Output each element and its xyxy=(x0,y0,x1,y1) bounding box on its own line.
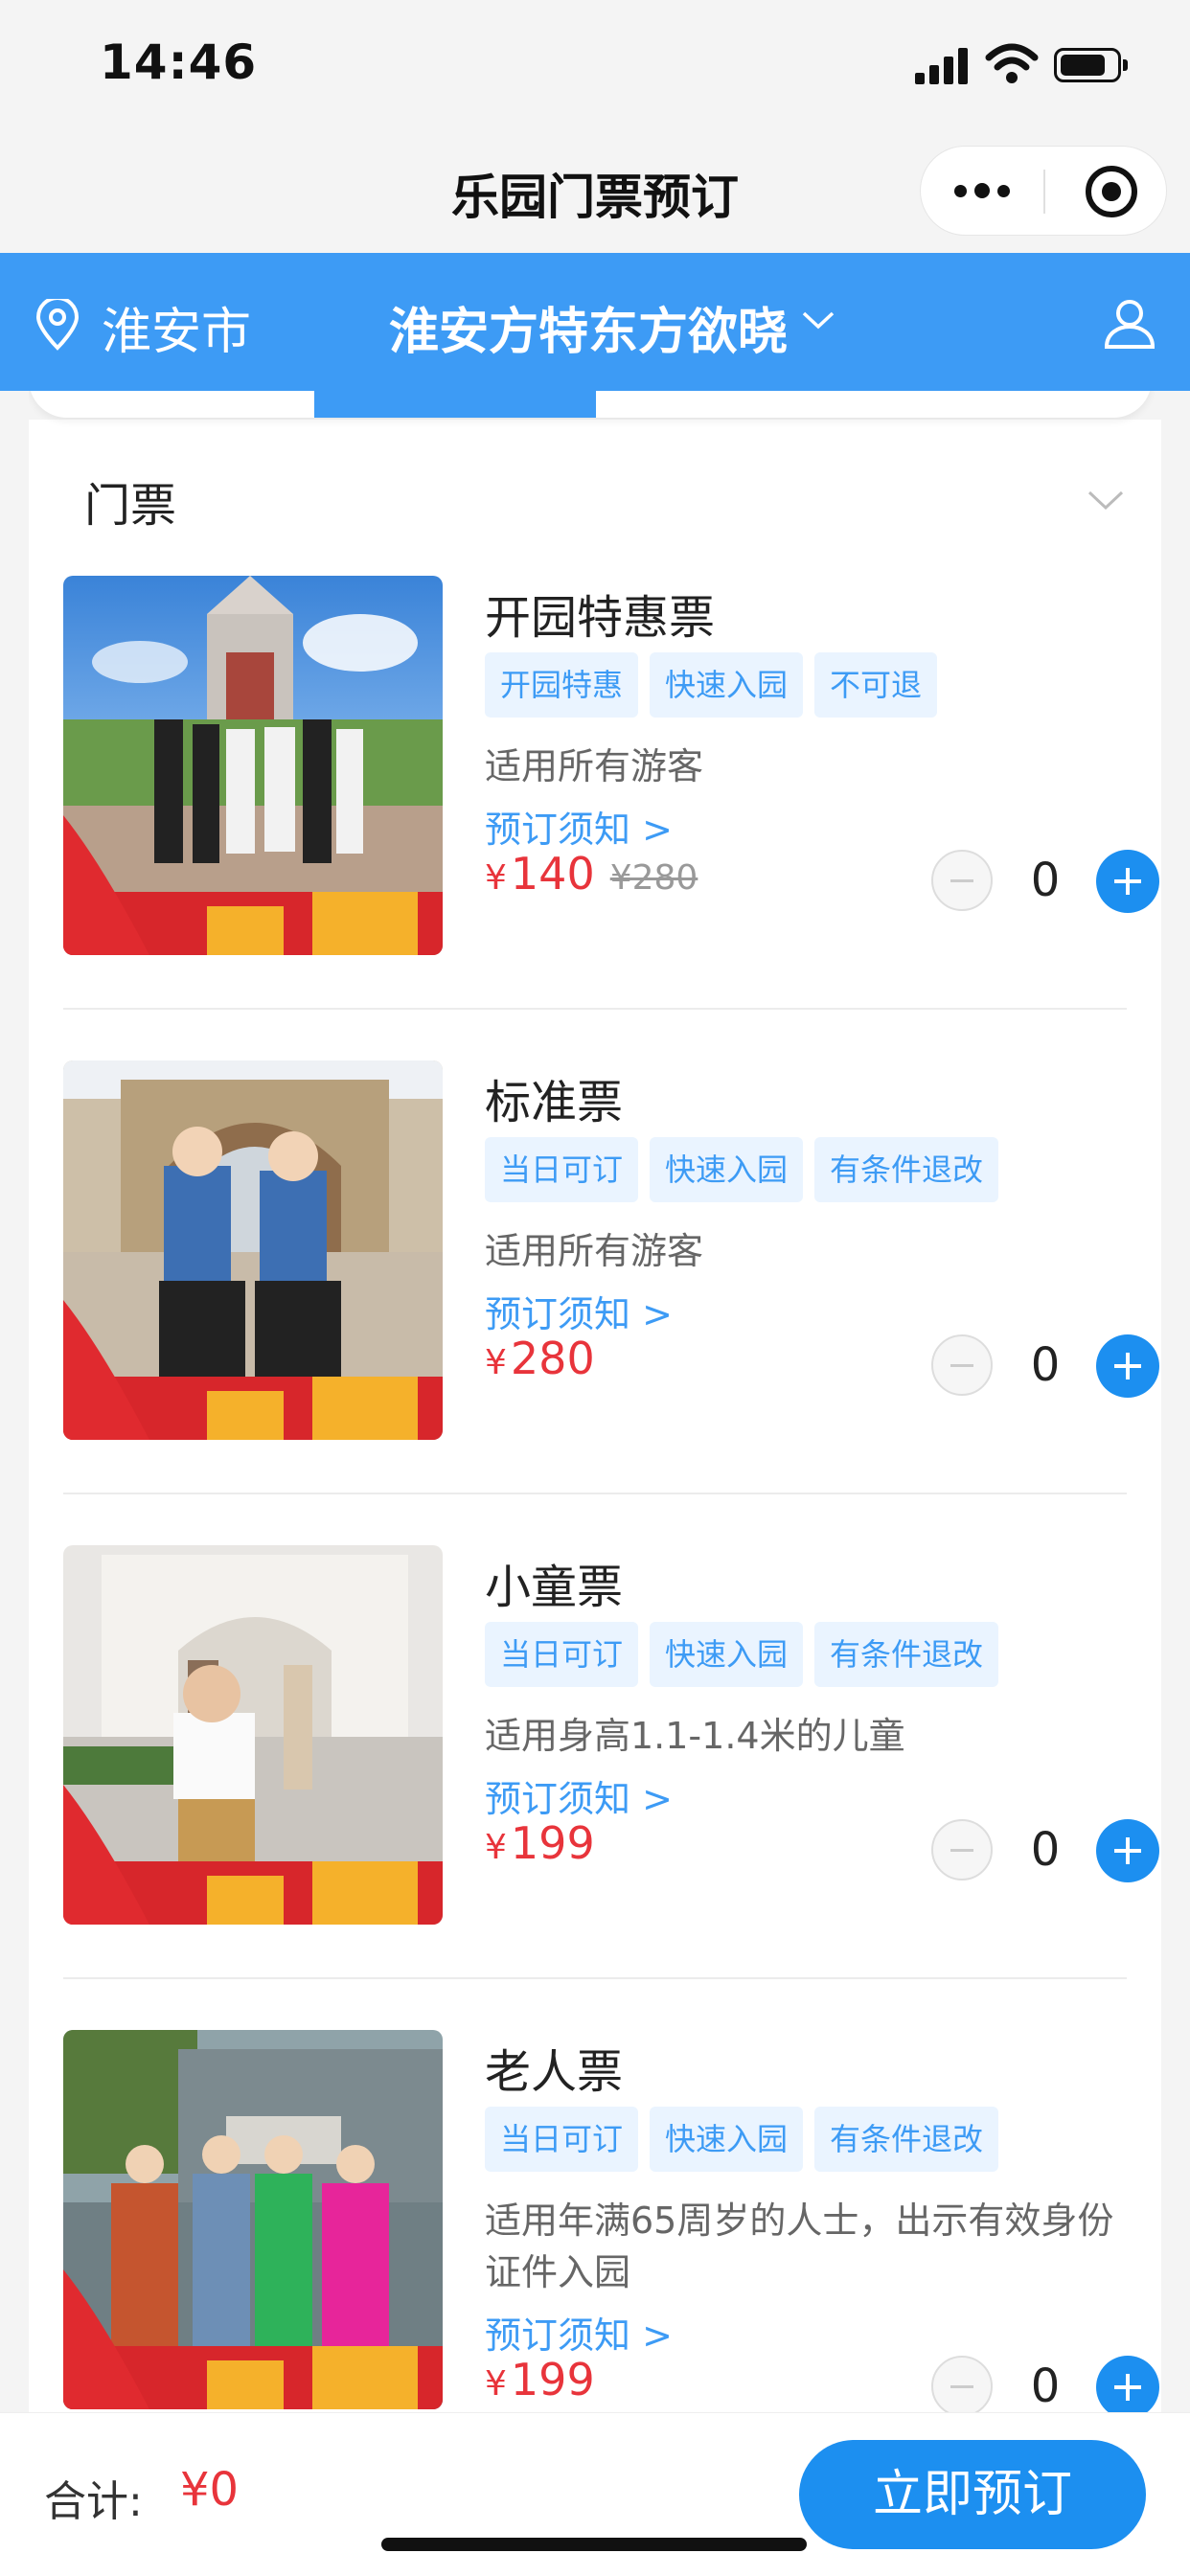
checkout-bar: 合计: ¥0 立即预订 xyxy=(0,2412,1190,2576)
ticket-content: 门票 开园特惠票 开园特惠 快速入园 不可退 适用所有游客 预订须知 > ¥14… xyxy=(29,391,1161,2412)
ticket-tag: 快速入园 xyxy=(650,2107,804,2172)
increase-quantity-button[interactable] xyxy=(1096,1334,1159,1398)
city-selector[interactable]: 淮安市 xyxy=(102,291,251,363)
ticket-price: ¥199 xyxy=(485,1817,595,1869)
ticket-name: 老人票 xyxy=(485,2045,624,2099)
increase-quantity-button[interactable] xyxy=(1096,2356,1159,2412)
status-bar: 14:46 xyxy=(0,0,1190,125)
ticket-tags: 当日可订 快速入园 有条件退改 xyxy=(485,1137,999,1202)
book-now-button[interactable]: 立即预订 xyxy=(799,2440,1146,2549)
ticket-tag: 有条件退改 xyxy=(814,1622,999,1687)
ticket-tag: 当日可订 xyxy=(485,1622,639,1687)
ticket-card: 标准票 当日可订 快速入园 有条件退改 适用所有游客 预订须知 > ¥280 0 xyxy=(63,1060,1159,1545)
ticket-tag: 当日可订 xyxy=(485,2107,639,2172)
decrease-quantity-button[interactable] xyxy=(931,850,993,911)
ticket-name: 开园特惠票 xyxy=(485,591,716,645)
collapse-chevron-icon[interactable] xyxy=(1087,489,1125,512)
miniapp-capsule xyxy=(920,146,1167,236)
ticket-card: 开园特惠票 开园特惠 快速入园 不可退 适用所有游客 预订须知 > ¥140 ¥2… xyxy=(63,576,1159,1060)
ticket-description: 适用年满65周岁的人士，出示有效身份证件入园 xyxy=(485,2200,1114,2293)
ticket-description: 适用所有游客 xyxy=(485,745,704,787)
ticket-price: ¥140 ¥280 xyxy=(485,848,698,900)
quantity-value: 0 xyxy=(1030,2359,1061,2412)
wifi-icon xyxy=(985,43,1039,83)
ticket-image xyxy=(63,576,443,955)
divider xyxy=(63,1493,1127,1494)
location-header: 淮安市 淮安方特东方欲晓 xyxy=(0,253,1190,391)
section-title: 门票 xyxy=(84,479,177,533)
ticket-tag: 开园特惠 xyxy=(485,652,639,718)
battery-icon xyxy=(1054,48,1128,82)
booking-notice-link[interactable]: 预订须知 > xyxy=(485,800,673,853)
quantity-stepper: 0 xyxy=(931,1819,1159,1884)
home-indicator xyxy=(381,2538,807,2551)
decrease-quantity-button[interactable] xyxy=(931,2356,993,2412)
ticket-image xyxy=(63,2030,443,2409)
location-pin-icon[interactable] xyxy=(34,299,80,351)
ticket-tag: 快速入园 xyxy=(650,652,804,718)
ticket-card: 小童票 当日可订 快速入园 有条件退改 适用身高1.1-1.4米的儿童 预订须知… xyxy=(63,1545,1159,2030)
ticket-description: 适用所有游客 xyxy=(485,1230,704,1272)
quantity-stepper: 0 xyxy=(931,850,1159,915)
ticket-price: ¥199 xyxy=(485,2354,595,2405)
ticket-image xyxy=(63,1545,443,1925)
cellular-signal-icon xyxy=(915,46,969,84)
booking-notice-link[interactable]: 预订须知 > xyxy=(485,1285,673,1337)
decrease-quantity-button[interactable] xyxy=(931,1334,993,1396)
divider xyxy=(63,1008,1127,1010)
quantity-value: 0 xyxy=(1030,1823,1061,1877)
park-selector[interactable]: 淮安方特东方欲晓 xyxy=(389,291,788,363)
ticket-tags: 当日可订 快速入园 有条件退改 xyxy=(485,2107,999,2172)
status-time: 14:46 xyxy=(100,34,258,90)
quantity-stepper: 0 xyxy=(931,2356,1159,2412)
quantity-stepper: 0 xyxy=(931,1334,1159,1400)
booking-notice-link[interactable]: 预订须知 > xyxy=(485,2306,673,2359)
ticket-name: 标准票 xyxy=(485,1076,624,1129)
ticket-tags: 当日可订 快速入园 有条件退改 xyxy=(485,1622,999,1687)
original-price: ¥280 xyxy=(609,858,698,898)
divider xyxy=(63,1977,1127,1979)
ticket-description: 适用身高1.1-1.4米的儿童 xyxy=(485,1715,905,1757)
ticket-price: ¥280 xyxy=(485,1333,595,1384)
nav-bar: 乐园门票预订 xyxy=(0,125,1190,253)
ticket-tags: 开园特惠 快速入园 不可退 xyxy=(485,652,938,718)
capsule-divider xyxy=(1043,170,1045,214)
decrease-quantity-button[interactable] xyxy=(931,1819,993,1881)
close-miniapp-icon[interactable] xyxy=(1086,166,1137,217)
ticket-card: 老人票 当日可订 快速入园 有条件退改 适用年满65周岁的人士，出示有效身份证件… xyxy=(63,2030,1159,2412)
ticket-name: 小童票 xyxy=(485,1561,624,1614)
active-tab-indicator xyxy=(314,391,596,418)
ticket-tag: 快速入园 xyxy=(650,1622,804,1687)
ticket-image xyxy=(63,1060,443,1440)
chevron-down-icon[interactable] xyxy=(801,308,835,331)
quantity-value: 0 xyxy=(1030,854,1061,907)
increase-quantity-button[interactable] xyxy=(1096,850,1159,913)
increase-quantity-button[interactable] xyxy=(1096,1819,1159,1882)
quantity-value: 0 xyxy=(1030,1338,1061,1392)
booking-notice-link[interactable]: 预订须知 > xyxy=(485,1769,673,1822)
total-label: 合计: xyxy=(44,2477,143,2526)
total-value: ¥0 xyxy=(180,2463,240,2517)
ticket-tag: 有条件退改 xyxy=(814,2107,999,2172)
ticket-tag: 快速入园 xyxy=(650,1137,804,1202)
ticket-tag: 不可退 xyxy=(814,652,938,718)
more-menu-icon[interactable] xyxy=(921,147,1043,235)
ticket-tag: 有条件退改 xyxy=(814,1137,999,1202)
user-profile-icon[interactable] xyxy=(1102,295,1157,351)
ticket-tag: 当日可订 xyxy=(485,1137,639,1202)
